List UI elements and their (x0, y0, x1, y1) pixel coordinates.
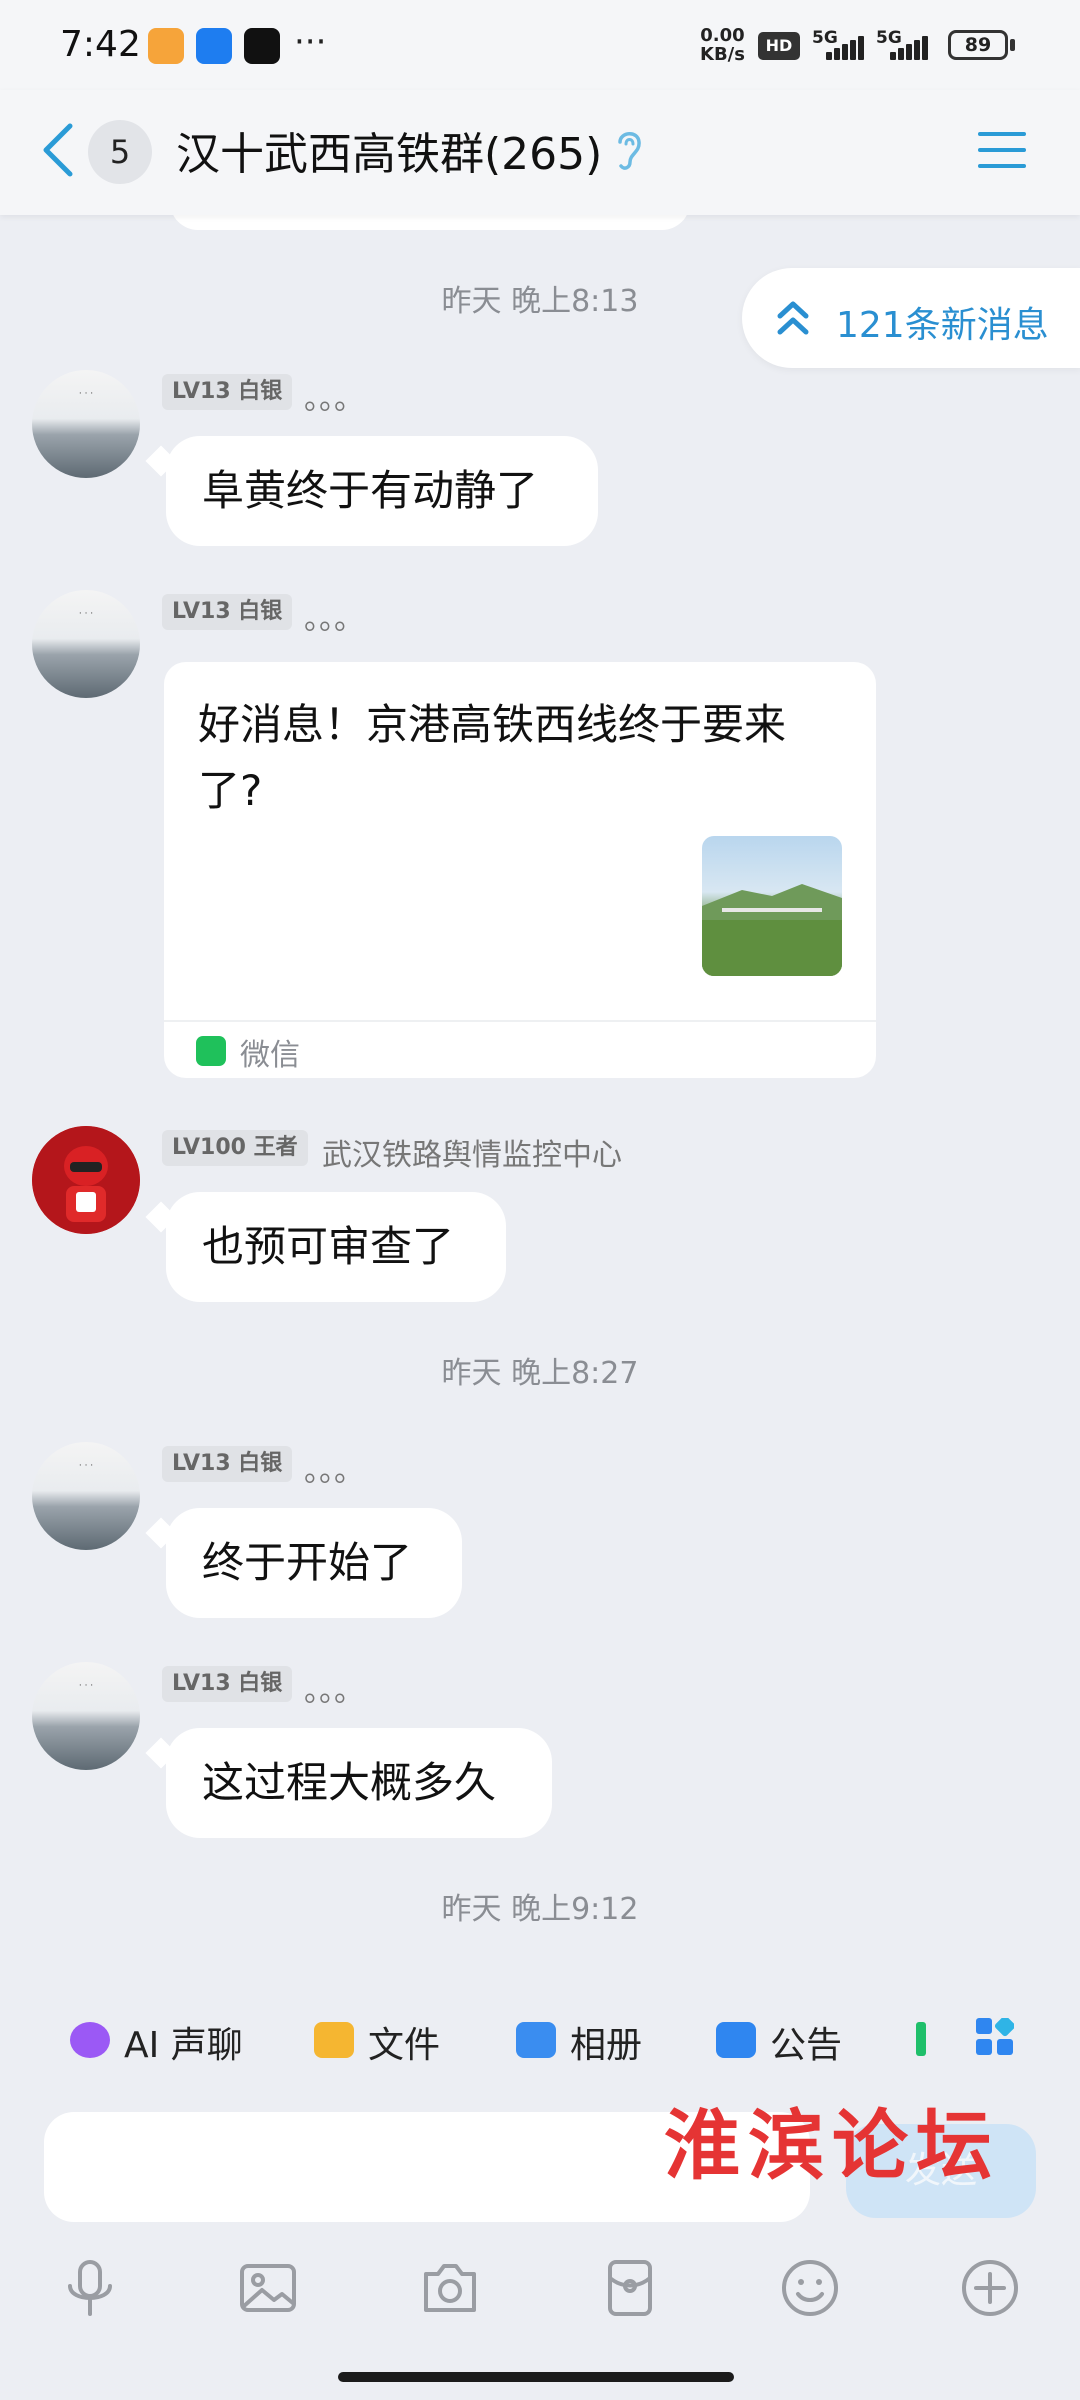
message-bubble[interactable]: 这过程大概多久 (166, 1728, 552, 1838)
shared-article-card[interactable]: 好消息！京港高铁西线终于要来了? 微信 (164, 662, 876, 1078)
avatar[interactable]: · · · (32, 370, 140, 478)
quick-action-label: 公告 (770, 2025, 843, 2066)
chat-title[interactable]: 汉十武西高铁群(265) (176, 118, 602, 182)
avatar-image-text: · · · (78, 389, 94, 399)
plus-icon[interactable] (958, 2256, 1022, 2320)
avatar[interactable]: · · · (32, 1442, 140, 1550)
status-time: 7:42 (60, 24, 141, 65)
network-speed: 0.00 KB/s (700, 26, 745, 64)
new-messages-button[interactable]: 121条新消息 (742, 268, 1080, 368)
sender-nickname[interactable]: 。。。 (304, 594, 364, 638)
album-icon (516, 2022, 556, 2058)
sender-nickname[interactable]: 。。。 (304, 374, 364, 418)
double-chevron-up-icon (777, 301, 809, 335)
level-badge: LV13 白银 (162, 594, 293, 630)
timestamp: 昨天 晚上8:27 (441, 1356, 639, 1391)
quick-action-label: 相册 (570, 2025, 643, 2066)
announcement-icon (716, 2022, 756, 2058)
level-badge: LV13 白银 (162, 374, 293, 410)
camera-icon[interactable] (418, 2256, 482, 2320)
menu-icon[interactable] (978, 128, 1030, 172)
card-title: 好消息！京港高铁西线终于要来了? (198, 700, 787, 815)
taobao-app-icon (148, 28, 184, 64)
apps-grid-icon[interactable] (976, 2018, 1014, 2056)
message-bubble[interactable]: 终于开始了 (166, 1508, 462, 1618)
back-arrow-icon[interactable] (38, 120, 78, 180)
level-badge: LV13 白银 (162, 1446, 293, 1482)
avatar[interactable] (32, 1126, 140, 1234)
quick-action-label: AI 声聊 (124, 2025, 243, 2066)
landscape-thumbnail-icon (702, 884, 842, 976)
new-messages-label: 121条新消息 (836, 305, 1049, 346)
avatar-image-text: · · · (78, 609, 94, 619)
card-thumbnail (702, 836, 842, 976)
message-text: 终于开始了 (202, 1538, 413, 1587)
microphone-icon[interactable] (58, 2256, 122, 2320)
wechat-icon (196, 1036, 226, 1066)
avatar-image-text: · · · (78, 1461, 94, 1471)
avatar-image-text: · · · (78, 1681, 94, 1691)
unread-count-badge[interactable]: 5 (88, 120, 152, 184)
card-divider (164, 1020, 876, 1022)
folder-icon (314, 2022, 354, 2058)
more-notifications-icon: ··· (294, 22, 327, 62)
home-indicator[interactable] (338, 2372, 734, 2382)
sender-nickname[interactable]: 武汉铁路舆情监控中心 (322, 1130, 622, 1174)
hd-voice-icon: HD (758, 32, 800, 60)
level-badge: LV13 白银 (162, 1666, 293, 1702)
emoji-icon[interactable] (778, 2256, 842, 2320)
character-avatar-icon (32, 1126, 140, 1234)
timestamp: 昨天 晚上9:12 (441, 1892, 639, 1927)
avatar[interactable]: · · · (32, 590, 140, 698)
battery-tip (1010, 39, 1015, 51)
sender-nickname[interactable]: 。。。 (304, 1446, 364, 1490)
message-text: 也预可审查了 (202, 1222, 455, 1271)
signal-strength-icon (820, 34, 864, 60)
radio-app-icon (196, 28, 232, 64)
network-speed-value: 0.00 (700, 25, 745, 46)
status-bar: 7:42 ··· 0.00 KB/s HD 5G 5G 89 (0, 0, 1080, 90)
avatar[interactable]: · · · (32, 1662, 140, 1770)
tiktok-app-icon (244, 28, 280, 64)
chat-header: 5 汉十武西高铁群(265) (0, 90, 1080, 215)
battery-icon: 89 (948, 30, 1008, 60)
message-bubble[interactable]: 也预可审查了 (166, 1192, 506, 1302)
message-text: 阜黄终于有动静了 (202, 466, 539, 515)
message-bubble[interactable]: 阜黄终于有动静了 (166, 436, 598, 546)
ear-icon[interactable] (612, 126, 646, 174)
sender-nickname[interactable]: 。。。 (304, 1666, 364, 1710)
forum-watermark: 淮滨论坛 (664, 2101, 1000, 2190)
network-speed-unit: KB/s (700, 44, 745, 65)
quick-action-label: 文件 (368, 2025, 441, 2066)
image-icon[interactable] (236, 2256, 300, 2320)
message-text: 这过程大概多久 (202, 1758, 497, 1807)
level-badge: LV100 王者 (162, 1130, 308, 1166)
bookmark-icon[interactable] (916, 2022, 926, 2056)
ai-voice-icon (70, 2022, 110, 2058)
signal-strength-icon-2 (884, 34, 928, 60)
card-source: 微信 (240, 1038, 300, 1073)
red-packet-icon[interactable] (598, 2256, 662, 2320)
